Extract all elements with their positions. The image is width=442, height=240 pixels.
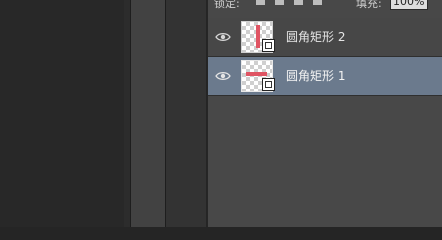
- lock-options: [256, 0, 322, 5]
- lock-transparent-icon[interactable]: [256, 0, 265, 5]
- layer-lock-bar: 锁定: 填充: 100%: [208, 0, 442, 10]
- panel-gutter: [166, 0, 206, 227]
- vector-shape-icon: [262, 39, 275, 52]
- layers-panel: 锁定: 填充: 100% 圆角矩形 2 圆角矩形 1: [207, 0, 442, 227]
- vector-shape-icon: [262, 78, 275, 91]
- visibility-eye-icon[interactable]: [215, 69, 231, 83]
- horizontal-bar-shape: [246, 72, 267, 76]
- layer-row-selected[interactable]: 圆角矩形 1: [208, 57, 442, 96]
- visibility-eye-icon[interactable]: [215, 30, 231, 44]
- lock-all-icon[interactable]: [313, 0, 322, 5]
- document-canvas: [0, 0, 124, 227]
- fill-input[interactable]: 100%: [390, 0, 428, 10]
- lock-label: 锁定:: [214, 0, 240, 10]
- lock-image-icon[interactable]: [275, 0, 284, 5]
- fill-label: 填充:: [356, 0, 382, 10]
- layer-name[interactable]: 圆角矩形 1: [286, 68, 345, 84]
- layer-row[interactable]: 圆角矩形 2: [208, 18, 442, 57]
- lock-position-icon[interactable]: [294, 0, 303, 5]
- layer-name[interactable]: 圆角矩形 2: [286, 29, 345, 45]
- vertical-bar-shape: [256, 25, 260, 48]
- collapsed-panel-dock[interactable]: [130, 0, 166, 227]
